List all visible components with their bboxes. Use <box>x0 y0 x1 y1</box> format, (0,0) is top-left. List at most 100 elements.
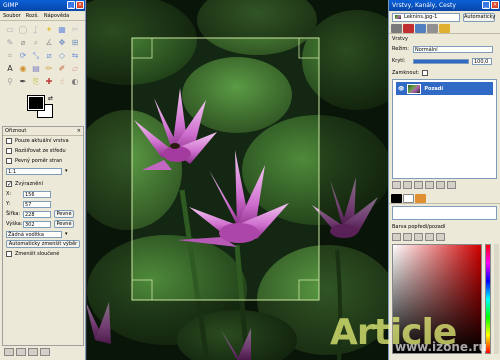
cmyk-icon[interactable] <box>403 233 412 241</box>
width-input[interactable]: 228 <box>23 210 51 218</box>
x-input[interactable]: 156 <box>23 190 51 198</box>
fg-bg-title-row: Barva popředí/pozadí <box>389 222 500 231</box>
ratio-dropdown-icon[interactable]: ▾ <box>65 168 68 174</box>
menu-help[interactable]: Nápověda <box>44 11 69 20</box>
dodge-burn-icon[interactable]: ◐ <box>69 76 81 88</box>
duplicate-layer-icon[interactable] <box>425 181 434 189</box>
lock-checkbox[interactable] <box>422 70 429 76</box>
delete-layer-icon[interactable] <box>447 181 456 189</box>
image-canvas[interactable] <box>87 0 388 360</box>
checkbox-checked[interactable]: ✓ <box>6 181 12 188</box>
checkbox[interactable] <box>6 138 12 144</box>
checkbox[interactable] <box>6 251 12 257</box>
hue-slider[interactable] <box>485 244 491 354</box>
lower-layer-icon[interactable] <box>414 181 423 189</box>
color-select-icon[interactable]: ▦ <box>56 24 68 36</box>
fixed-width-button[interactable]: Pevné <box>54 210 74 218</box>
ink-icon[interactable]: ✒ <box>17 76 29 88</box>
fixed-height-button[interactable]: Pevné <box>54 220 74 228</box>
only-current-layer-option[interactable]: Pouze aktuální vrstva <box>3 136 83 146</box>
fuzzy-select-icon[interactable]: ✦ <box>43 24 55 36</box>
close-icon[interactable]: × <box>76 1 84 9</box>
minimize-icon[interactable]: _ <box>482 1 490 9</box>
tab-gradients[interactable] <box>415 194 426 203</box>
tab-channels[interactable] <box>403 24 414 33</box>
paths-icon[interactable]: ✎ <box>4 37 16 49</box>
close-icon[interactable]: × <box>491 1 499 9</box>
bucket-fill-icon[interactable]: ◉ <box>17 63 29 75</box>
y-input[interactable]: 57 <box>23 200 51 208</box>
scale-icon[interactable]: ⤡ <box>30 50 42 62</box>
image-select[interactable]: Leknins.jpg-1 <box>392 12 460 22</box>
opacity-input[interactable]: 100,0 <box>472 57 492 65</box>
new-layer-icon[interactable] <box>392 181 401 189</box>
gimp-selector-icon[interactable] <box>392 233 401 241</box>
save-options-icon[interactable] <box>4 348 14 356</box>
pencil-icon[interactable]: ✏ <box>43 63 55 75</box>
airbrush-icon[interactable]: ⚲ <box>4 76 16 88</box>
align-icon[interactable]: ⊞ <box>69 37 81 49</box>
text-icon[interactable]: A <box>4 63 16 75</box>
tab-paths[interactable] <box>415 24 426 33</box>
scissors-icon[interactable]: ✂ <box>69 24 81 36</box>
restore-options-icon[interactable] <box>16 348 26 356</box>
shrink-merged-option[interactable]: Zmenšit sloučené <box>3 249 83 259</box>
height-input[interactable]: 302 <box>23 220 51 228</box>
mode-select[interactable]: Normální <box>413 45 493 53</box>
crop-icon[interactable]: ⌗ <box>4 50 16 62</box>
checkbox[interactable] <box>6 148 12 154</box>
smudge-icon[interactable]: ☝ <box>56 76 68 88</box>
highlight-option[interactable]: ✓ Zvýraznění <box>3 179 83 189</box>
checkbox[interactable] <box>6 158 12 164</box>
triangle-selector-icon[interactable] <box>414 233 423 241</box>
close-panel-icon[interactable]: × <box>77 127 81 136</box>
clone-icon[interactable]: ⎘ <box>30 76 42 88</box>
color-picker-icon[interactable]: ⌀ <box>17 37 29 49</box>
foreground-color-swatch[interactable] <box>27 95 45 111</box>
paintbrush-icon[interactable]: ✐ <box>56 63 68 75</box>
tab-layers[interactable] <box>391 24 402 33</box>
eraser-icon[interactable]: ▱ <box>69 63 81 75</box>
move-icon[interactable]: ✥ <box>56 37 68 49</box>
layer-row[interactable]: 👁 Pozadí <box>396 82 493 95</box>
menu-extensions[interactable]: Rozš. <box>26 11 39 20</box>
expand-from-center-option[interactable]: Rozšiřovat ze středu <box>3 146 83 156</box>
free-select-icon[interactable]: ʆ <box>30 24 42 36</box>
auto-shrink-button[interactable]: Automaticky zmenšit výběr <box>6 240 80 248</box>
measure-icon[interactable]: ∡ <box>43 37 55 49</box>
ratio-field[interactable]: 1:1 <box>6 167 62 175</box>
rotate-icon[interactable]: ⟳ <box>17 50 29 62</box>
zoom-icon[interactable]: ⌕ <box>30 37 42 49</box>
blend-icon[interactable]: ▤ <box>30 63 42 75</box>
fg-bg-title: Barva popředí/pozadí <box>392 223 446 230</box>
layer-name: Pozadí <box>424 85 444 92</box>
perspective-icon[interactable]: ◇ <box>56 50 68 62</box>
guides-select[interactable]: Žádná vodítka <box>6 230 62 238</box>
menu-file[interactable]: Soubor <box>3 11 21 20</box>
eye-icon[interactable]: 👁 <box>398 86 404 92</box>
heal-icon[interactable]: ✚ <box>43 76 55 88</box>
tab-undo[interactable] <box>427 24 438 33</box>
ellipse-select-icon[interactable]: ◯ <box>17 24 29 36</box>
tab-colormap[interactable] <box>439 24 450 33</box>
guides-dropdown-icon[interactable]: ▾ <box>65 231 68 237</box>
brushes-area[interactable] <box>392 206 497 220</box>
auto-button[interactable]: Automaticky <box>463 12 495 22</box>
scales-icon[interactable] <box>436 233 445 241</box>
fixed-aspect-option[interactable]: Pevný poměr stran <box>3 156 83 166</box>
minimize-icon[interactable]: _ <box>67 1 75 9</box>
anchor-layer-icon[interactable] <box>436 181 445 189</box>
reset-options-icon[interactable] <box>40 348 50 356</box>
dock-scrollbar[interactable] <box>494 244 499 354</box>
rect-select-icon[interactable]: ▭ <box>4 24 16 36</box>
delete-options-icon[interactable] <box>28 348 38 356</box>
flip-icon[interactable]: ⇋ <box>69 50 81 62</box>
raise-layer-icon[interactable] <box>403 181 412 189</box>
opacity-slider[interactable] <box>413 58 469 64</box>
tab-brushes[interactable] <box>391 194 402 203</box>
swap-colors-icon[interactable]: ⇄ <box>48 95 53 102</box>
shear-icon[interactable]: ⧄ <box>43 50 55 62</box>
tab-patterns[interactable] <box>403 194 414 203</box>
watercolor-icon[interactable] <box>425 233 434 241</box>
color-mode-buttons <box>389 231 500 243</box>
